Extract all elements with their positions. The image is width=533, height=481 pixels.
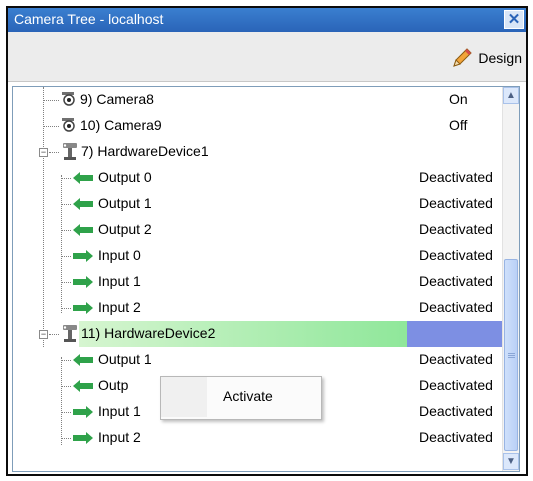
tree-item-label: Output 0: [98, 169, 152, 185]
tree-line: [43, 100, 59, 101]
chevron-up-icon: ▲: [506, 90, 516, 101]
scrollbar-thumb[interactable]: [504, 259, 518, 451]
tree-item-label: Output 1: [98, 351, 152, 367]
tree-item-camera9[interactable]: 10) Camera9 Off: [13, 113, 502, 139]
tree-item-hardwaredevice2[interactable]: − 11) HardwareDevice2: [13, 321, 502, 347]
tree-item-input-0[interactable]: Input 0 Deactivated: [13, 243, 502, 269]
collapse-toggle[interactable]: −: [39, 330, 48, 339]
status-text: Deactivated: [419, 299, 493, 315]
collapse-toggle[interactable]: −: [39, 148, 48, 157]
status-text: Off: [449, 117, 468, 133]
tree-item-output-2[interactable]: Output 2 Deactivated: [13, 217, 502, 243]
hardware-device-icon: [63, 143, 77, 160]
tree-item-label: 9) Camera8: [80, 91, 154, 107]
tree-line: [61, 360, 71, 361]
tree-item-label: Input 1: [98, 403, 141, 419]
tree-line: [49, 334, 59, 335]
grip-icon: [508, 352, 515, 359]
tree-item-input-1[interactable]: Input 1 Deactivated: [13, 269, 502, 295]
tree-line: [61, 204, 71, 205]
tree-line: [61, 282, 71, 283]
tree-item-output-1-dev2[interactable]: Output 1 Deactivated: [13, 347, 502, 373]
tree-line: [61, 412, 71, 413]
tree-item-input-2[interactable]: Input 2 Deactivated: [13, 295, 502, 321]
tree-item-hardwaredevice1[interactable]: − 7) HardwareDevice1: [13, 139, 502, 165]
chevron-down-icon: ▼: [506, 456, 516, 467]
pencil-icon: [453, 48, 473, 67]
scroll-down-button[interactable]: ▼: [503, 453, 519, 470]
vertical-scrollbar[interactable]: ▲ ▼: [502, 87, 519, 471]
tree-item-input-2-dev2[interactable]: Input 2 Deactivated: [13, 425, 502, 451]
close-button[interactable]: ✕: [504, 10, 524, 29]
tree-line: [61, 256, 71, 257]
hardware-device-icon: [63, 325, 77, 342]
close-icon: ✕: [507, 11, 521, 28]
tree-item-output-1[interactable]: Output 1 Deactivated: [13, 191, 502, 217]
status-text: Deactivated: [419, 195, 493, 211]
design-label: Design: [478, 50, 522, 66]
toolbar: Design: [8, 32, 526, 82]
status-text: Deactivated: [419, 247, 493, 263]
selection-highlight: [407, 321, 502, 347]
tree-item-output-0[interactable]: Output 0 Deactivated: [13, 165, 502, 191]
menu-icon-gutter: [161, 377, 207, 417]
title-bar[interactable]: Camera Tree - localhost ✕: [8, 8, 526, 32]
tree-line: [61, 230, 71, 231]
tree-item-label: Output 2: [98, 221, 152, 237]
tree-item-label: 10) Camera9: [80, 117, 162, 133]
status-text: On: [449, 91, 468, 107]
tree-item-label: Input 0: [98, 247, 141, 263]
tree-item-label: 7) HardwareDevice1: [81, 143, 209, 159]
tree-line: [61, 386, 71, 387]
tree-item-label: Outp: [98, 377, 129, 393]
status-text: Deactivated: [419, 429, 493, 445]
output-arrow-icon: [73, 354, 93, 366]
tree-line: [49, 152, 59, 153]
camera-icon: [62, 92, 75, 106]
tree-item-camera8[interactable]: 9) Camera8 On: [13, 87, 502, 113]
scroll-up-button[interactable]: ▲: [503, 87, 519, 104]
tree-item-label: Input 2: [98, 429, 141, 445]
context-menu: Activate: [160, 376, 322, 420]
input-arrow-icon: [73, 432, 93, 444]
tree-item-label: Input 1: [98, 273, 141, 289]
tree-line: [61, 178, 71, 179]
camera-icon: [62, 118, 75, 132]
output-arrow-icon: [73, 172, 93, 184]
status-text: Deactivated: [419, 403, 493, 419]
input-arrow-icon: [73, 250, 93, 262]
tree-item-label: Input 2: [98, 299, 141, 315]
status-text: Deactivated: [419, 169, 493, 185]
tree-item-label: 11) HardwareDevice2: [81, 325, 216, 341]
input-arrow-icon: [73, 406, 93, 418]
status-text: Deactivated: [419, 377, 493, 393]
status-text: Deactivated: [419, 221, 493, 237]
output-arrow-icon: [73, 224, 93, 236]
tree-line: [61, 308, 71, 309]
window-title: Camera Tree - localhost: [14, 11, 164, 27]
tree-line: [61, 438, 71, 439]
output-arrow-icon: [73, 198, 93, 210]
status-text: Deactivated: [419, 273, 493, 289]
status-text: Deactivated: [419, 351, 493, 367]
design-button[interactable]: Design: [450, 46, 522, 70]
input-arrow-icon: [73, 276, 93, 288]
menu-item-activate[interactable]: Activate: [223, 388, 273, 404]
tree-line: [43, 126, 59, 127]
camera-tree-window: Camera Tree - localhost ✕ Design 9) Came…: [6, 6, 528, 476]
input-arrow-icon: [73, 302, 93, 314]
tree-item-label: Output 1: [98, 195, 152, 211]
output-arrow-icon: [73, 380, 93, 392]
